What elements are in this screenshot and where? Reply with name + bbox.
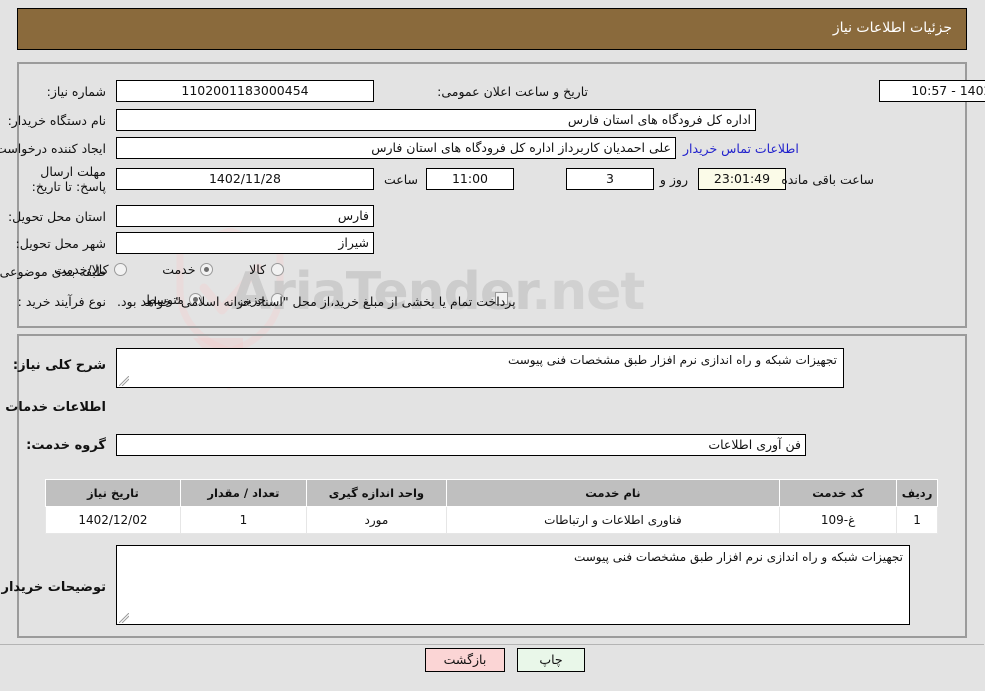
remaining-hours-label: ساعت باقی مانده <box>782 172 875 187</box>
resize-grip-icon[interactable] <box>120 376 130 386</box>
city-label: شهر محل تحویل: <box>16 236 107 251</box>
table-header-row: ردیف کد خدمت نام خدمت واحد اندازه گیری ت… <box>46 479 939 507</box>
buyer-notes-label: توضیحات خریدار: <box>0 580 107 595</box>
table-header-quantity: تعداد / مقدار <box>180 479 308 507</box>
province-label: استان محل تحویل: <box>8 209 107 224</box>
category-radio-kala-label: کالا <box>250 262 267 277</box>
radio-circle-icon[interactable] <box>114 263 128 276</box>
table-row: 1 غ-109 فناوری اطلاعات و ارتباطات مورد 1… <box>46 506 939 534</box>
category-radio-kala-khedmat[interactable]: کالا/خدمت <box>55 262 128 277</box>
cell-service-code: غ-109 <box>779 506 899 534</box>
public-announce-label: تاریخ و ساعت اعلان عمومی: <box>438 84 589 99</box>
treasury-note: پرداخت تمام یا بخشی از مبلغ خرید،از محل … <box>118 294 517 309</box>
buyer-org-value[interactable]: اداره کل فرودگاه های استان فارس <box>117 109 757 131</box>
buyer-notes-value: تجهیزات شبکه و راه اندازی نرم افزار طبق … <box>574 550 904 564</box>
cell-service-name: فناوری اطلاعات و ارتباطات <box>446 506 781 534</box>
general-desc-textarea[interactable]: تجهیزات شبکه و راه اندازی نرم افزار طبق … <box>117 348 845 388</box>
purchase-type-label: نوع فرآیند خرید : <box>18 294 107 309</box>
countdown-value: 23:01:49 <box>699 168 787 190</box>
resize-grip-icon[interactable] <box>120 613 130 623</box>
buyer-notes-textarea[interactable]: تجهیزات شبکه و راه اندازی نرم افزار طبق … <box>117 545 911 625</box>
services-section-title: اطلاعات خدمات مورد نیاز <box>0 400 107 415</box>
category-radio-khedmat-label: خدمت <box>163 262 197 277</box>
page-title: جزئیات اطلاعات نیاز <box>833 20 953 36</box>
remaining-days-value[interactable]: 3 <box>567 168 655 190</box>
cell-unit: مورد <box>306 506 448 534</box>
service-group-value[interactable]: فن آوری اطلاعات <box>117 434 807 456</box>
cell-row-no: 1 <box>897 506 939 534</box>
category-radio-khedmat[interactable]: خدمت <box>163 262 215 277</box>
creator-label: ایجاد کننده درخواست: <box>0 141 107 156</box>
category-radio-group: کالا خدمت کالا/خدمت <box>55 262 285 277</box>
radio-circle-selected-icon[interactable] <box>201 263 215 276</box>
public-announce-value[interactable]: 1402/11/24 - 10:57 <box>880 80 985 102</box>
cell-need-date: 1402/12/02 <box>46 506 182 534</box>
cell-quantity: 1 <box>180 506 308 534</box>
deadline-date-value[interactable]: 1402/11/28 <box>117 168 375 190</box>
general-desc-value: تجهیزات شبکه و راه اندازی نرم افزار طبق … <box>508 353 838 367</box>
general-desc-label: شرح کلی نیاز: <box>13 358 107 373</box>
category-radio-kala[interactable]: کالا <box>250 262 285 277</box>
footer-divider <box>0 644 985 645</box>
page-header-bar: جزئیات اطلاعات نیاز <box>18 8 968 50</box>
category-radio-kala-khedmat-label: کالا/خدمت <box>55 262 110 277</box>
creator-value[interactable]: علی احمدیان کاربرداز اداره کل فرودگاه ها… <box>117 137 677 159</box>
back-button[interactable]: بازگشت <box>426 648 506 672</box>
province-value[interactable]: فارس <box>117 205 375 227</box>
table-header-service-name: نام خدمت <box>446 479 781 507</box>
buyer-org-label: نام دستگاه خریدار: <box>8 113 107 128</box>
need-number-value[interactable]: 1102001183000454 <box>117 80 375 102</box>
radio-circle-icon[interactable] <box>272 263 285 276</box>
service-group-label: گروه خدمت: <box>27 438 107 453</box>
services-table: ردیف کد خدمت نام خدمت واحد اندازه گیری ت… <box>46 479 939 534</box>
buyer-contact-link[interactable]: اطلاعات تماس خریدار <box>684 141 800 156</box>
deadline-hour-label: ساعت <box>384 172 419 187</box>
table-header-need-date: تاریخ نیاز <box>46 479 182 507</box>
print-button[interactable]: چاپ <box>518 648 586 672</box>
table-header-row-no: ردیف <box>897 479 939 507</box>
need-number-label: شماره نیاز: <box>47 84 107 99</box>
deadline-label: مهلت ارسال پاسخ: تا تاریخ: <box>32 164 107 194</box>
table-header-unit: واحد اندازه گیری <box>306 479 448 507</box>
table-header-service-code: کد خدمت <box>779 479 899 507</box>
city-value[interactable]: شیراز <box>117 232 375 254</box>
remaining-days-label: روز و <box>660 172 689 187</box>
deadline-time-value[interactable]: 11:00 <box>427 168 515 190</box>
